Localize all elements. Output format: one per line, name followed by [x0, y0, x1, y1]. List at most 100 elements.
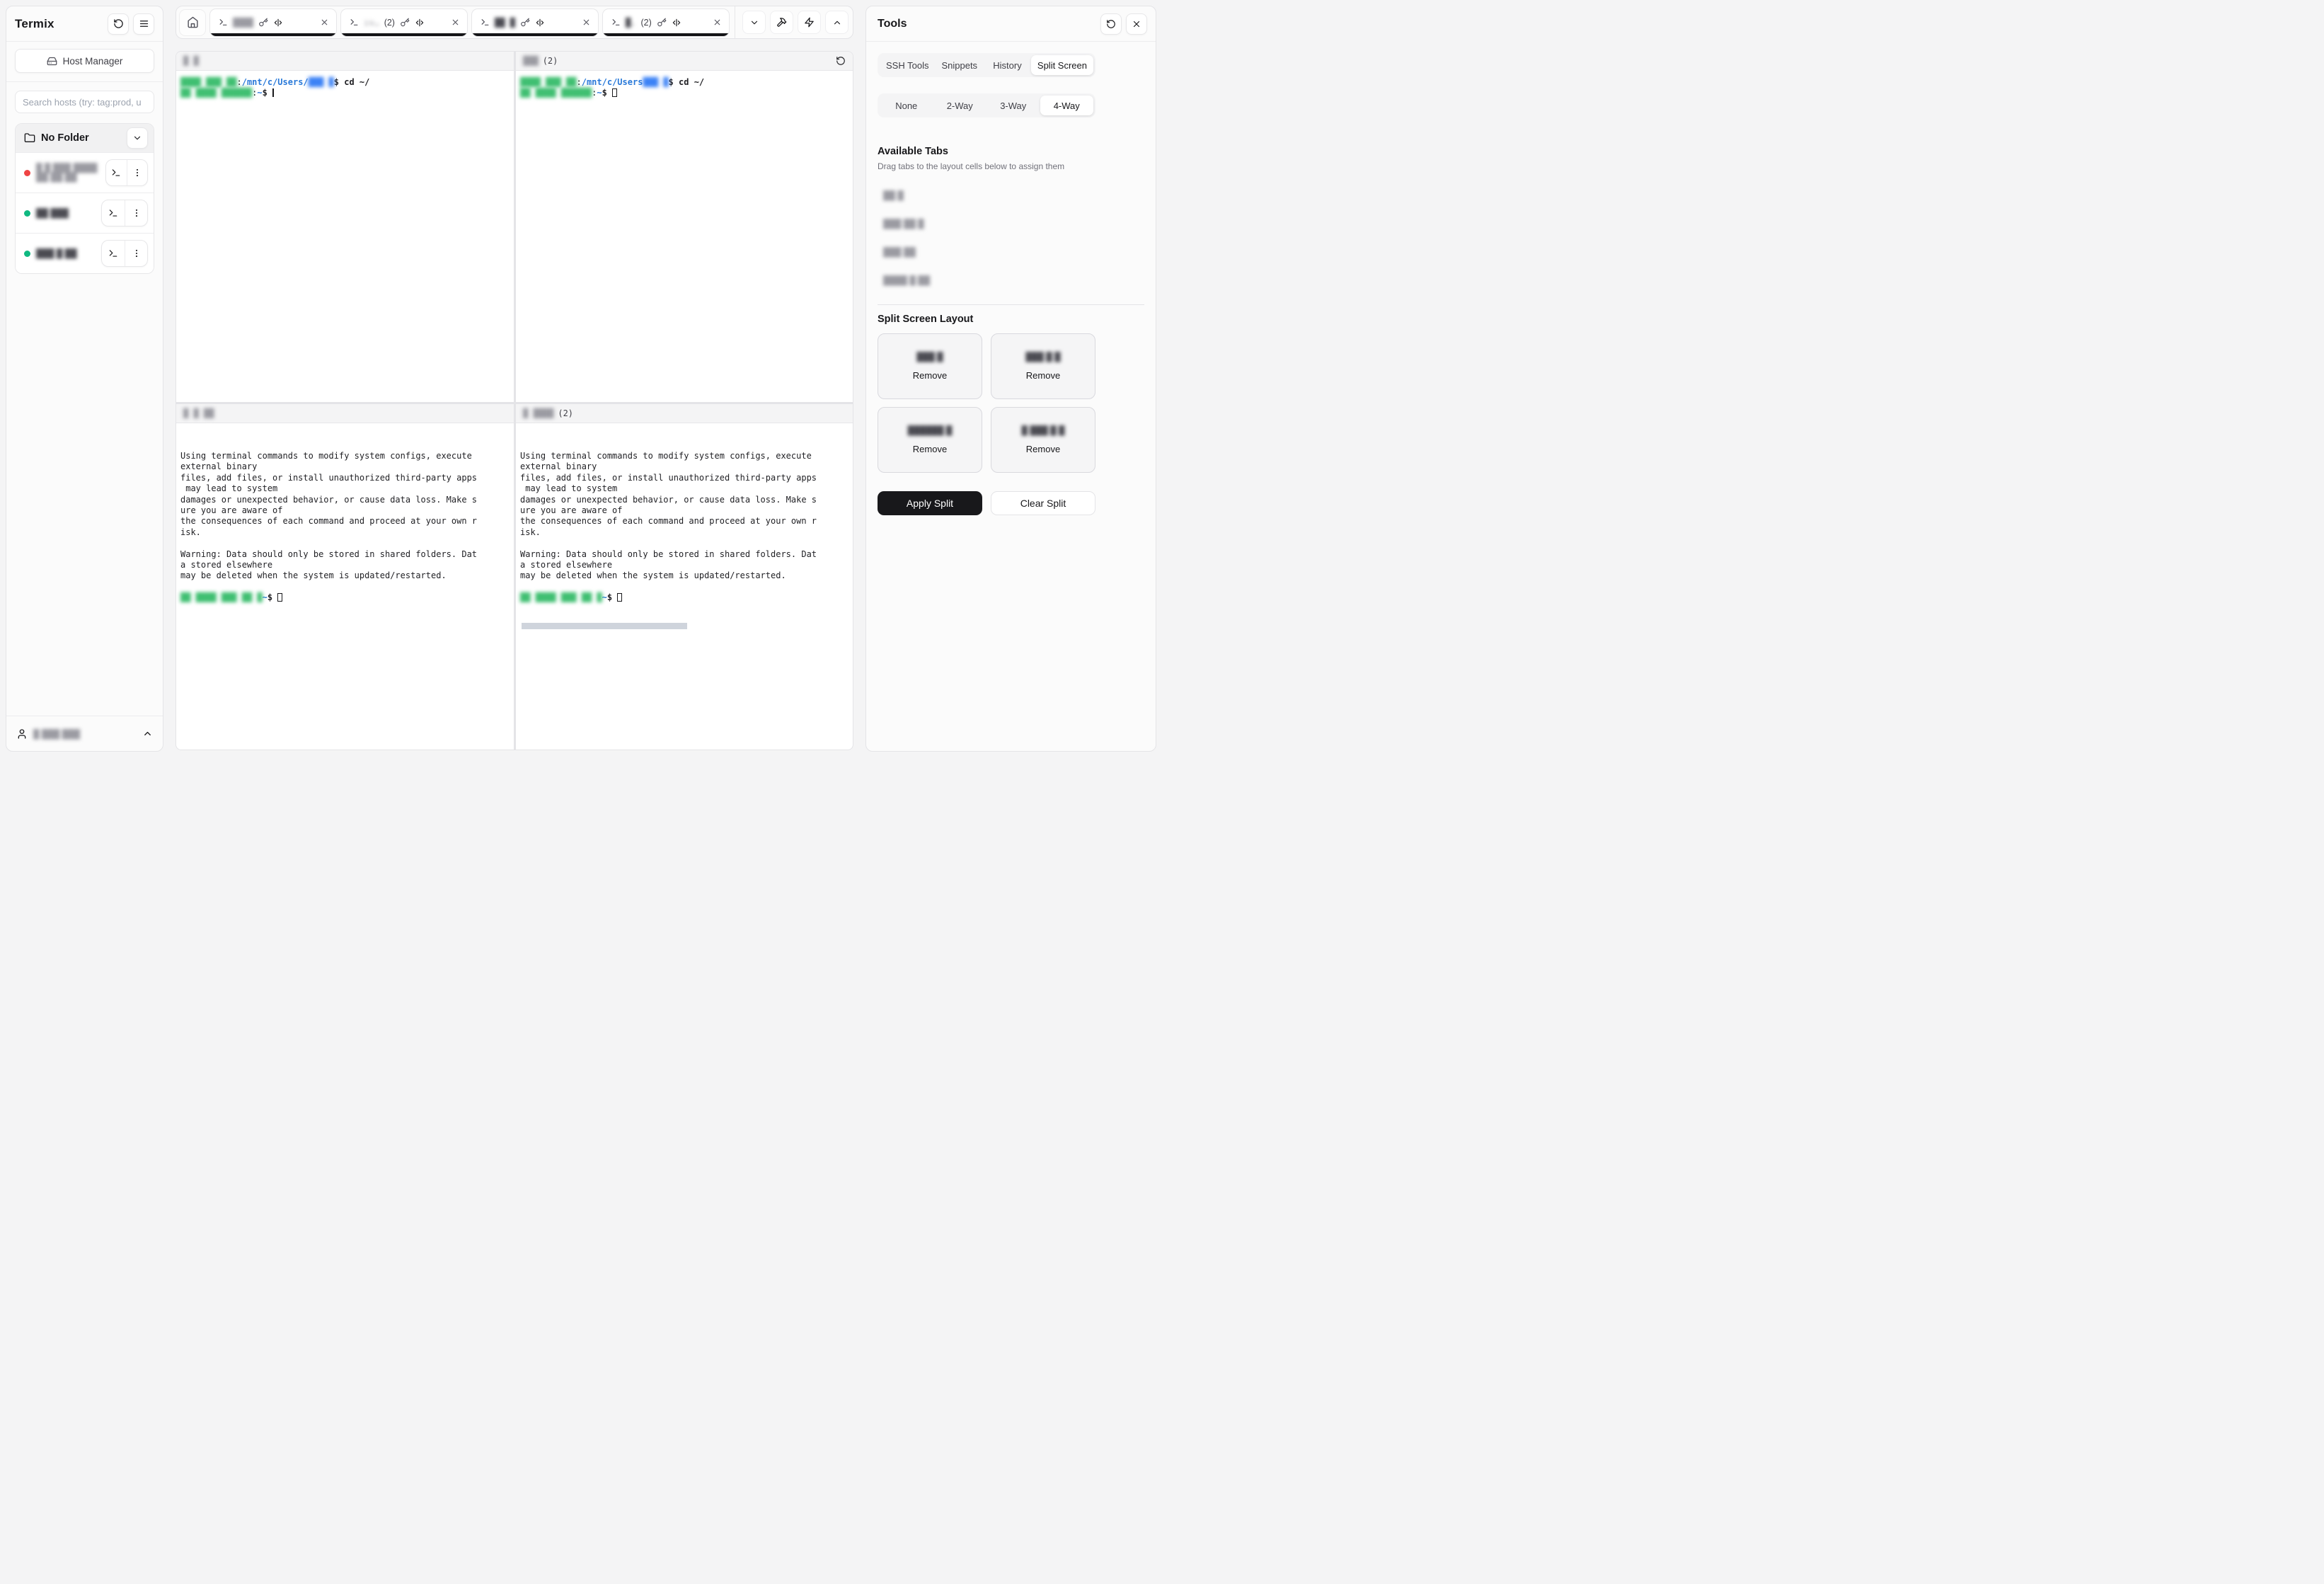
folder-header[interactable]: No Folder [16, 124, 154, 152]
remove-tab-button[interactable]: Remove [1026, 444, 1060, 454]
cell-tab-name: ██████ █ [908, 425, 953, 435]
terminal-pane-bottom-right[interactable]: █ ████ (2) Using terminal commands to mo… [516, 404, 853, 750]
clear-split-button[interactable]: Clear Split [991, 491, 1095, 515]
split-terminal-area: █ █ ████ ███ ██:/mnt/c/Users/███ █$ cd ~… [176, 51, 853, 750]
pane-header: █ █ ██ [176, 404, 514, 423]
terminal-pane-bottom-left[interactable]: █ █ ██ Using terminal commands to modify… [176, 404, 514, 750]
active-tab-indicator [473, 33, 597, 36]
tab-close-button[interactable] [320, 18, 329, 27]
pane-title: █ █ [183, 56, 199, 66]
user-footer[interactable]: █ ███ ███ [6, 716, 163, 751]
search-input[interactable] [15, 91, 154, 113]
terminal-icon [219, 18, 228, 27]
tools-panel: Tools SSH Tools Snippets History Split S… [865, 6, 1156, 752]
tab-close-button[interactable] [582, 18, 591, 27]
tab-close-button[interactable] [713, 18, 722, 27]
tab-key-button[interactable] [258, 18, 268, 28]
folder-collapse-button[interactable] [127, 127, 148, 149]
host-more-button[interactable] [125, 241, 147, 266]
remove-tab-button[interactable]: Remove [913, 370, 947, 381]
pane-header: █ ████ (2) [516, 404, 853, 423]
terminal-tab[interactable]: ██ █ [471, 8, 599, 37]
pane-header: ███ (2) [516, 52, 853, 71]
available-tabs-title: Available Tabs [878, 146, 1144, 157]
draggable-tab-item[interactable]: ████ █ ██ [878, 266, 1144, 294]
remove-tab-button[interactable]: Remove [1026, 370, 1060, 381]
sidebar-refresh-button[interactable] [108, 13, 129, 35]
tab-close-button[interactable] [451, 18, 460, 27]
pane-count: (2) [558, 408, 573, 418]
tab-split-button[interactable] [535, 18, 545, 28]
key-icon [520, 18, 530, 28]
draggable-tab-item[interactable]: ███ ██ █ [878, 210, 1144, 238]
split-none-option[interactable]: None [880, 96, 933, 115]
terminal-tabbar: ████ ıv… (2) ██ █ █. (2) [176, 6, 853, 39]
terminal-pane-top-right[interactable]: ███ (2) ████ ███ ██:/mnt/c/Users███ █$ c… [516, 52, 853, 402]
quick-actions-button[interactable] [798, 11, 821, 34]
tab-key-button[interactable] [520, 18, 530, 28]
terminal-line: ████ ███ ██:/mnt/c/Users███ █$ cd ~/ [520, 77, 849, 88]
pane-title: █ ████ [523, 408, 553, 418]
split-layout-grid: ███ █ Remove ███ █ █ Remove ██████ █ Rem… [878, 333, 1144, 473]
layout-cell-3[interactable]: ██████ █ Remove [878, 407, 982, 473]
split-2way-option[interactable]: 2-Way [933, 96, 987, 115]
draggable-tab-item[interactable]: ██ █ [878, 181, 1144, 210]
tab-title: ıv… [364, 18, 379, 28]
host-more-button[interactable] [125, 200, 147, 226]
layout-cell-1[interactable]: ███ █ Remove [878, 333, 982, 399]
terminal-tab[interactable]: ████ [209, 8, 337, 37]
host-row[interactable]: ███ █ ██ [16, 233, 154, 273]
host-status-dot-offline [24, 170, 30, 176]
split-4way-option[interactable]: 4-Way [1040, 96, 1094, 115]
tab-split-button[interactable] [672, 18, 681, 28]
server-icon [47, 56, 57, 67]
terminal-icon [350, 18, 359, 27]
terminal-icon [111, 168, 121, 178]
host-name: █ █ ███ ████ ██ ██ ██ [36, 163, 100, 182]
pane-title: █ █ ██ [183, 408, 214, 418]
collapse-tabbar-button[interactable] [825, 11, 849, 34]
terminal-pane-top-left[interactable]: █ █ ████ ███ ██:/mnt/c/Users/███ █$ cd ~… [176, 52, 514, 402]
host-manager-section: Host Manager [6, 42, 163, 82]
host-row[interactable]: ██ ███ [16, 193, 154, 233]
tab-split-button[interactable] [273, 18, 283, 28]
layout-cell-2[interactable]: ███ █ █ Remove [991, 333, 1095, 399]
pane-refresh-button[interactable] [836, 56, 846, 66]
tab-key-button[interactable] [400, 18, 410, 28]
terminal-tab[interactable]: ıv… (2) [340, 8, 468, 37]
terminal-cursor [612, 88, 617, 97]
tools-refresh-button[interactable] [1100, 13, 1122, 35]
tab-split-screen[interactable]: Split Screen [1031, 55, 1093, 75]
tab-ssh-tools[interactable]: SSH Tools [880, 55, 935, 75]
draggable-tab-item[interactable]: ███ ██ [878, 238, 1144, 266]
host-connect-button[interactable] [102, 241, 125, 266]
host-more-button[interactable] [127, 160, 147, 185]
host-row[interactable]: █ █ ███ ████ ██ ██ ██ [16, 152, 154, 193]
terminal-icon [481, 18, 490, 27]
terminal-selection-highlight [522, 623, 687, 629]
split-icon [535, 18, 545, 28]
apply-split-button[interactable]: Apply Split [878, 491, 982, 515]
terminal-tab[interactable]: █. (2) [602, 8, 730, 37]
tab-snippets[interactable]: Snippets [935, 55, 984, 75]
footer-expand-button[interactable] [142, 728, 153, 739]
split-3way-option[interactable]: 3-Way [986, 96, 1040, 115]
sidebar-menu-button[interactable] [133, 13, 154, 35]
app-title: Termix [15, 17, 54, 31]
host-connect-button[interactable] [102, 200, 125, 226]
tab-list-dropdown-button[interactable] [742, 11, 766, 34]
home-tab-button[interactable] [179, 9, 206, 36]
tab-history[interactable]: History [984, 55, 1031, 75]
tools-close-button[interactable] [1126, 13, 1147, 35]
tab-key-button[interactable] [657, 18, 667, 28]
tools-button[interactable] [770, 11, 793, 34]
host-connect-button[interactable] [106, 160, 127, 185]
tab-split-button[interactable] [415, 18, 425, 28]
tools-title: Tools [878, 18, 907, 30]
chevron-up-icon [832, 18, 842, 28]
host-manager-button[interactable]: Host Manager [15, 49, 154, 73]
host-name: ███ █ ██ [36, 249, 77, 258]
cell-tab-name: █ ███ █ █ [1021, 425, 1064, 435]
layout-cell-4[interactable]: █ ███ █ █ Remove [991, 407, 1095, 473]
remove-tab-button[interactable]: Remove [913, 444, 947, 454]
